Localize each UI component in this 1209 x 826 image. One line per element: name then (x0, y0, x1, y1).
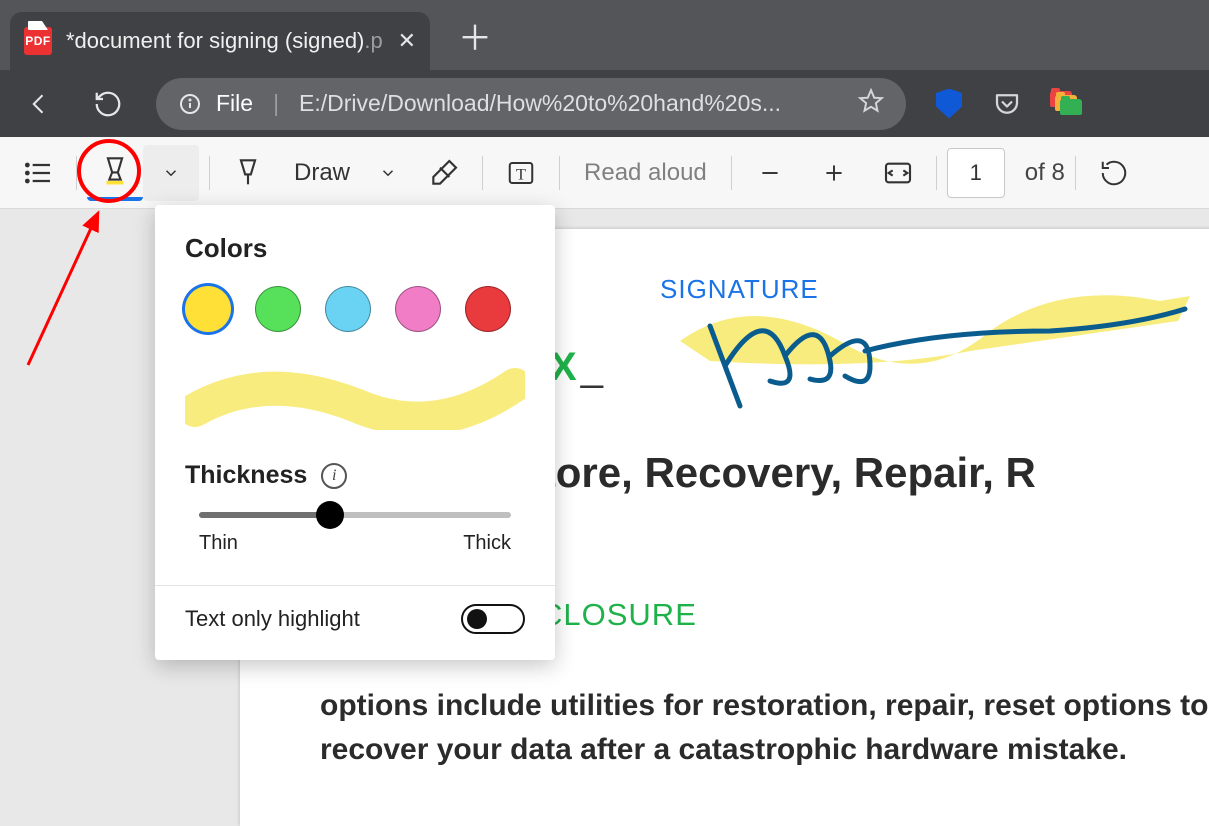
page-total-label: of 8 (1025, 159, 1065, 187)
url-scheme: File (216, 90, 253, 117)
tab-title-text: *document for signing (signed) (66, 28, 364, 53)
zoom-in-button[interactable] (806, 145, 862, 201)
close-tab-button[interactable]: ✕ (398, 30, 416, 52)
pdf-file-icon: PDF (24, 27, 52, 55)
url-path: E:/Drive/Download/How%20to%20hand%20s... (299, 90, 781, 117)
url-separator: | (273, 90, 279, 117)
signature-drawing (670, 271, 1200, 421)
extension-folders-icon[interactable] (1050, 89, 1080, 119)
separator (559, 156, 560, 190)
thickness-heading: Thickness (185, 461, 307, 490)
reload-button[interactable] (88, 84, 128, 124)
thickness-slider[interactable]: Thin Thick (185, 508, 525, 559)
text-only-highlight-label: Text only highlight (185, 606, 360, 632)
rotate-button[interactable] (1086, 145, 1142, 201)
bookmark-star-icon[interactable] (858, 88, 884, 120)
tab-title: *document for signing (signed).p (66, 28, 384, 54)
draw-label: Draw (294, 159, 350, 187)
highlight-button[interactable] (87, 145, 143, 201)
new-tab-button[interactable]: ＋ (458, 22, 492, 56)
colors-heading: Colors (185, 233, 525, 264)
draw-dropdown-button[interactable] (368, 145, 408, 201)
separator (76, 156, 77, 190)
add-text-button[interactable]: T (493, 145, 549, 201)
signature-x-mark: X_ (550, 345, 603, 390)
highlight-tool-group (87, 145, 199, 201)
highlight-dropdown-button[interactable] (143, 145, 199, 201)
tab-title-truncation: .p (364, 28, 382, 53)
text-only-highlight-toggle[interactable] (461, 604, 525, 634)
separator (482, 156, 483, 190)
read-aloud-button[interactable]: Read aloud (584, 159, 707, 187)
color-swatch-pink[interactable] (395, 286, 441, 332)
svg-text:T: T (516, 165, 526, 183)
slider-max-label: Thick (463, 532, 511, 555)
browser-tab[interactable]: PDF *document for signing (signed).p ✕ (10, 12, 430, 70)
extension-shield-icon[interactable] (934, 89, 964, 119)
zoom-out-button[interactable] (742, 145, 798, 201)
separator (209, 156, 210, 190)
separator (1075, 156, 1076, 190)
back-button[interactable] (20, 84, 60, 124)
page-number-input[interactable] (947, 148, 1005, 198)
color-swatch-yellow[interactable] (185, 286, 231, 332)
browser-address-bar: File | E:/Drive/Download/How%20to%20hand… (0, 70, 1209, 137)
color-swatch-red[interactable] (465, 286, 511, 332)
color-swatch-green[interactable] (255, 286, 301, 332)
extension-pocket-icon[interactable] (992, 89, 1022, 119)
color-swatch-blue[interactable] (325, 286, 371, 332)
closure-label: CLOSURE (540, 597, 697, 633)
stroke-preview (185, 360, 525, 430)
fit-width-button[interactable] (870, 145, 926, 201)
highlight-options-popup: Colors Thickness i Thin Thick Text only … (155, 205, 555, 660)
draw-button[interactable] (220, 145, 276, 201)
separator (936, 156, 937, 190)
pdf-toolbar: Draw T Read aloud of 8 (0, 137, 1209, 209)
color-swatches (185, 286, 525, 332)
contents-button[interactable] (10, 145, 66, 201)
url-box[interactable]: File | E:/Drive/Download/How%20to%20hand… (156, 78, 906, 130)
thickness-info-icon[interactable]: i (321, 463, 347, 489)
popup-divider (155, 585, 555, 586)
separator (731, 156, 732, 190)
slider-thumb[interactable] (316, 501, 344, 529)
browser-titlebar: PDF *document for signing (signed).p ✕ ＋ (0, 0, 1209, 70)
slider-min-label: Thin (199, 532, 238, 555)
erase-button[interactable] (416, 145, 472, 201)
info-icon (178, 92, 202, 116)
body-paragraph: options include utilities for restoratio… (320, 684, 1209, 771)
